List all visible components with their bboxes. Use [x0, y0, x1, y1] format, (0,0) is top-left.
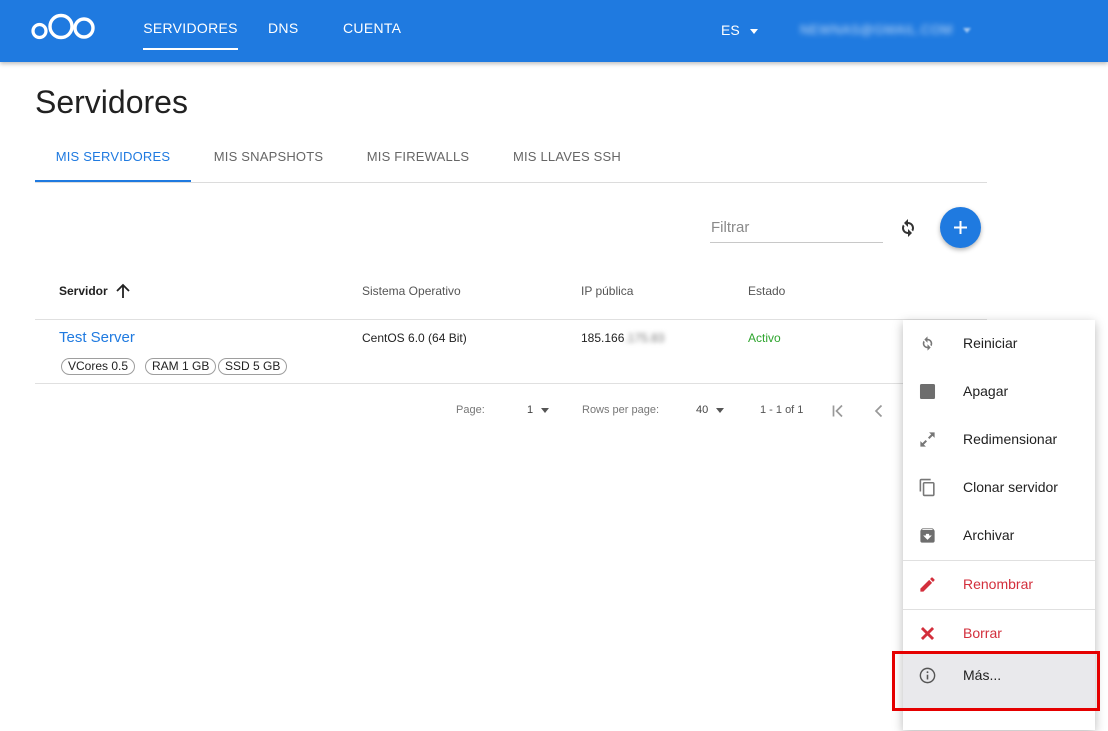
- info-icon: [919, 667, 936, 684]
- menu-item-reiniciar[interactable]: Reiniciar: [903, 320, 1095, 368]
- chevron-down-icon: [541, 407, 550, 413]
- ip-visible: 185.166: [581, 331, 625, 345]
- add-server-button[interactable]: [940, 207, 981, 248]
- vcores-chip: VCores 0.5: [61, 358, 136, 375]
- page-select[interactable]: 1: [527, 404, 550, 416]
- logo-icon[interactable]: [30, 12, 96, 42]
- menu-item-label: Más...: [963, 667, 1002, 683]
- server-actions-menu: Reiniciar Apagar Redimensionar Clonar se…: [903, 320, 1095, 730]
- page-label: Page:: [456, 404, 485, 416]
- refresh-icon: [902, 219, 914, 237]
- chevron-down-icon: [716, 407, 725, 413]
- server-name-link[interactable]: Test Server: [59, 329, 135, 346]
- pencil-icon: [920, 577, 935, 592]
- rows-per-page-select[interactable]: 40: [696, 404, 725, 416]
- menu-item-mas[interactable]: Más...: [903, 654, 1095, 709]
- menu-item-borrar[interactable]: Borrar: [903, 610, 1095, 658]
- nav-dns[interactable]: DNS: [268, 0, 298, 48]
- column-header-ip-publica: IP pública: [581, 284, 634, 298]
- refresh-button[interactable]: [896, 216, 920, 240]
- language-label: ES: [721, 22, 740, 38]
- menu-item-apagar[interactable]: Apagar: [903, 368, 1095, 416]
- column-header-estado: Estado: [748, 284, 786, 298]
- restart-icon: [922, 336, 933, 351]
- first-page-icon[interactable]: [830, 403, 846, 419]
- menu-item-redimensionar[interactable]: Redimensionar: [903, 416, 1095, 464]
- ip-hidden: .175.83: [624, 331, 665, 345]
- menu-item-archivar[interactable]: Archivar: [903, 512, 1095, 560]
- chevron-down-icon: [962, 28, 971, 34]
- menu-item-label: Borrar: [963, 625, 1002, 641]
- page-select-value: 1: [527, 404, 534, 416]
- os-cell: CentOS 6.0 (64 Bit): [362, 331, 467, 345]
- stop-icon: [919, 383, 936, 400]
- status-badge: Activo: [748, 331, 781, 345]
- menu-item-renombrar[interactable]: Renombrar: [903, 561, 1095, 609]
- ssd-chip: SSD 5 GB: [218, 358, 288, 375]
- tab-mis-snapshots[interactable]: MIS SNAPSHOTS: [201, 135, 336, 181]
- nav-servidores[interactable]: SERVIDORES: [143, 0, 238, 50]
- nav-cuenta[interactable]: CUENTA: [343, 0, 401, 48]
- previous-page-icon[interactable]: [871, 403, 887, 419]
- ram-chip: RAM 1 GB: [145, 358, 217, 375]
- table-row[interactable]: Test Server VCores 0.5 RAM 1 GB SSD 5 GB…: [35, 319, 987, 384]
- menu-item-label: Renombrar: [963, 576, 1034, 592]
- archive-icon: [920, 528, 935, 543]
- column-header-servidor[interactable]: Servidor: [59, 284, 108, 298]
- ip-cell: 185.166.175.83: [581, 331, 664, 345]
- language-selector[interactable]: ES: [721, 0, 758, 60]
- menu-item-label: Redimensionar: [963, 431, 1058, 447]
- tab-bar: MIS SERVIDORES MIS SNAPSHOTS MIS FIREWAL…: [35, 135, 987, 183]
- chevron-down-icon: [749, 28, 758, 34]
- account-email: NEWNAS@GMAIL.COM: [800, 22, 953, 37]
- menu-item-label: Reiniciar: [963, 335, 1018, 351]
- top-app-bar: SERVIDORES DNS CUENTA ES NEWNAS@GMAIL.CO…: [0, 0, 1108, 62]
- menu-item-label: Clonar servidor: [963, 479, 1058, 495]
- column-header-sistema-operativo: Sistema Operativo: [362, 284, 461, 298]
- menu-item-label: Apagar: [963, 383, 1009, 399]
- menu-item-label: Archivar: [963, 527, 1015, 543]
- resize-icon: [920, 432, 935, 447]
- filter-input[interactable]: [710, 212, 883, 243]
- tab-mis-llaves-ssh[interactable]: MIS LLAVES SSH: [501, 135, 633, 181]
- menu-item-clonar-servidor[interactable]: Clonar servidor: [903, 464, 1095, 512]
- pagination-range: 1 - 1 of 1: [760, 404, 804, 416]
- account-menu[interactable]: NEWNAS@GMAIL.COM: [800, 0, 971, 60]
- tab-mis-firewalls[interactable]: MIS FIREWALLS: [357, 135, 479, 181]
- rows-per-page-value: 40: [696, 404, 709, 416]
- delete-x-icon: [920, 626, 935, 641]
- copy-icon: [919, 478, 935, 497]
- page-title: Servidores: [35, 84, 188, 120]
- rows-per-page-label: Rows per page:: [582, 404, 660, 416]
- tab-mis-servidores[interactable]: MIS SERVIDORES: [35, 135, 191, 182]
- plus-icon: [954, 221, 967, 234]
- sort-ascending-icon[interactable]: [114, 282, 132, 300]
